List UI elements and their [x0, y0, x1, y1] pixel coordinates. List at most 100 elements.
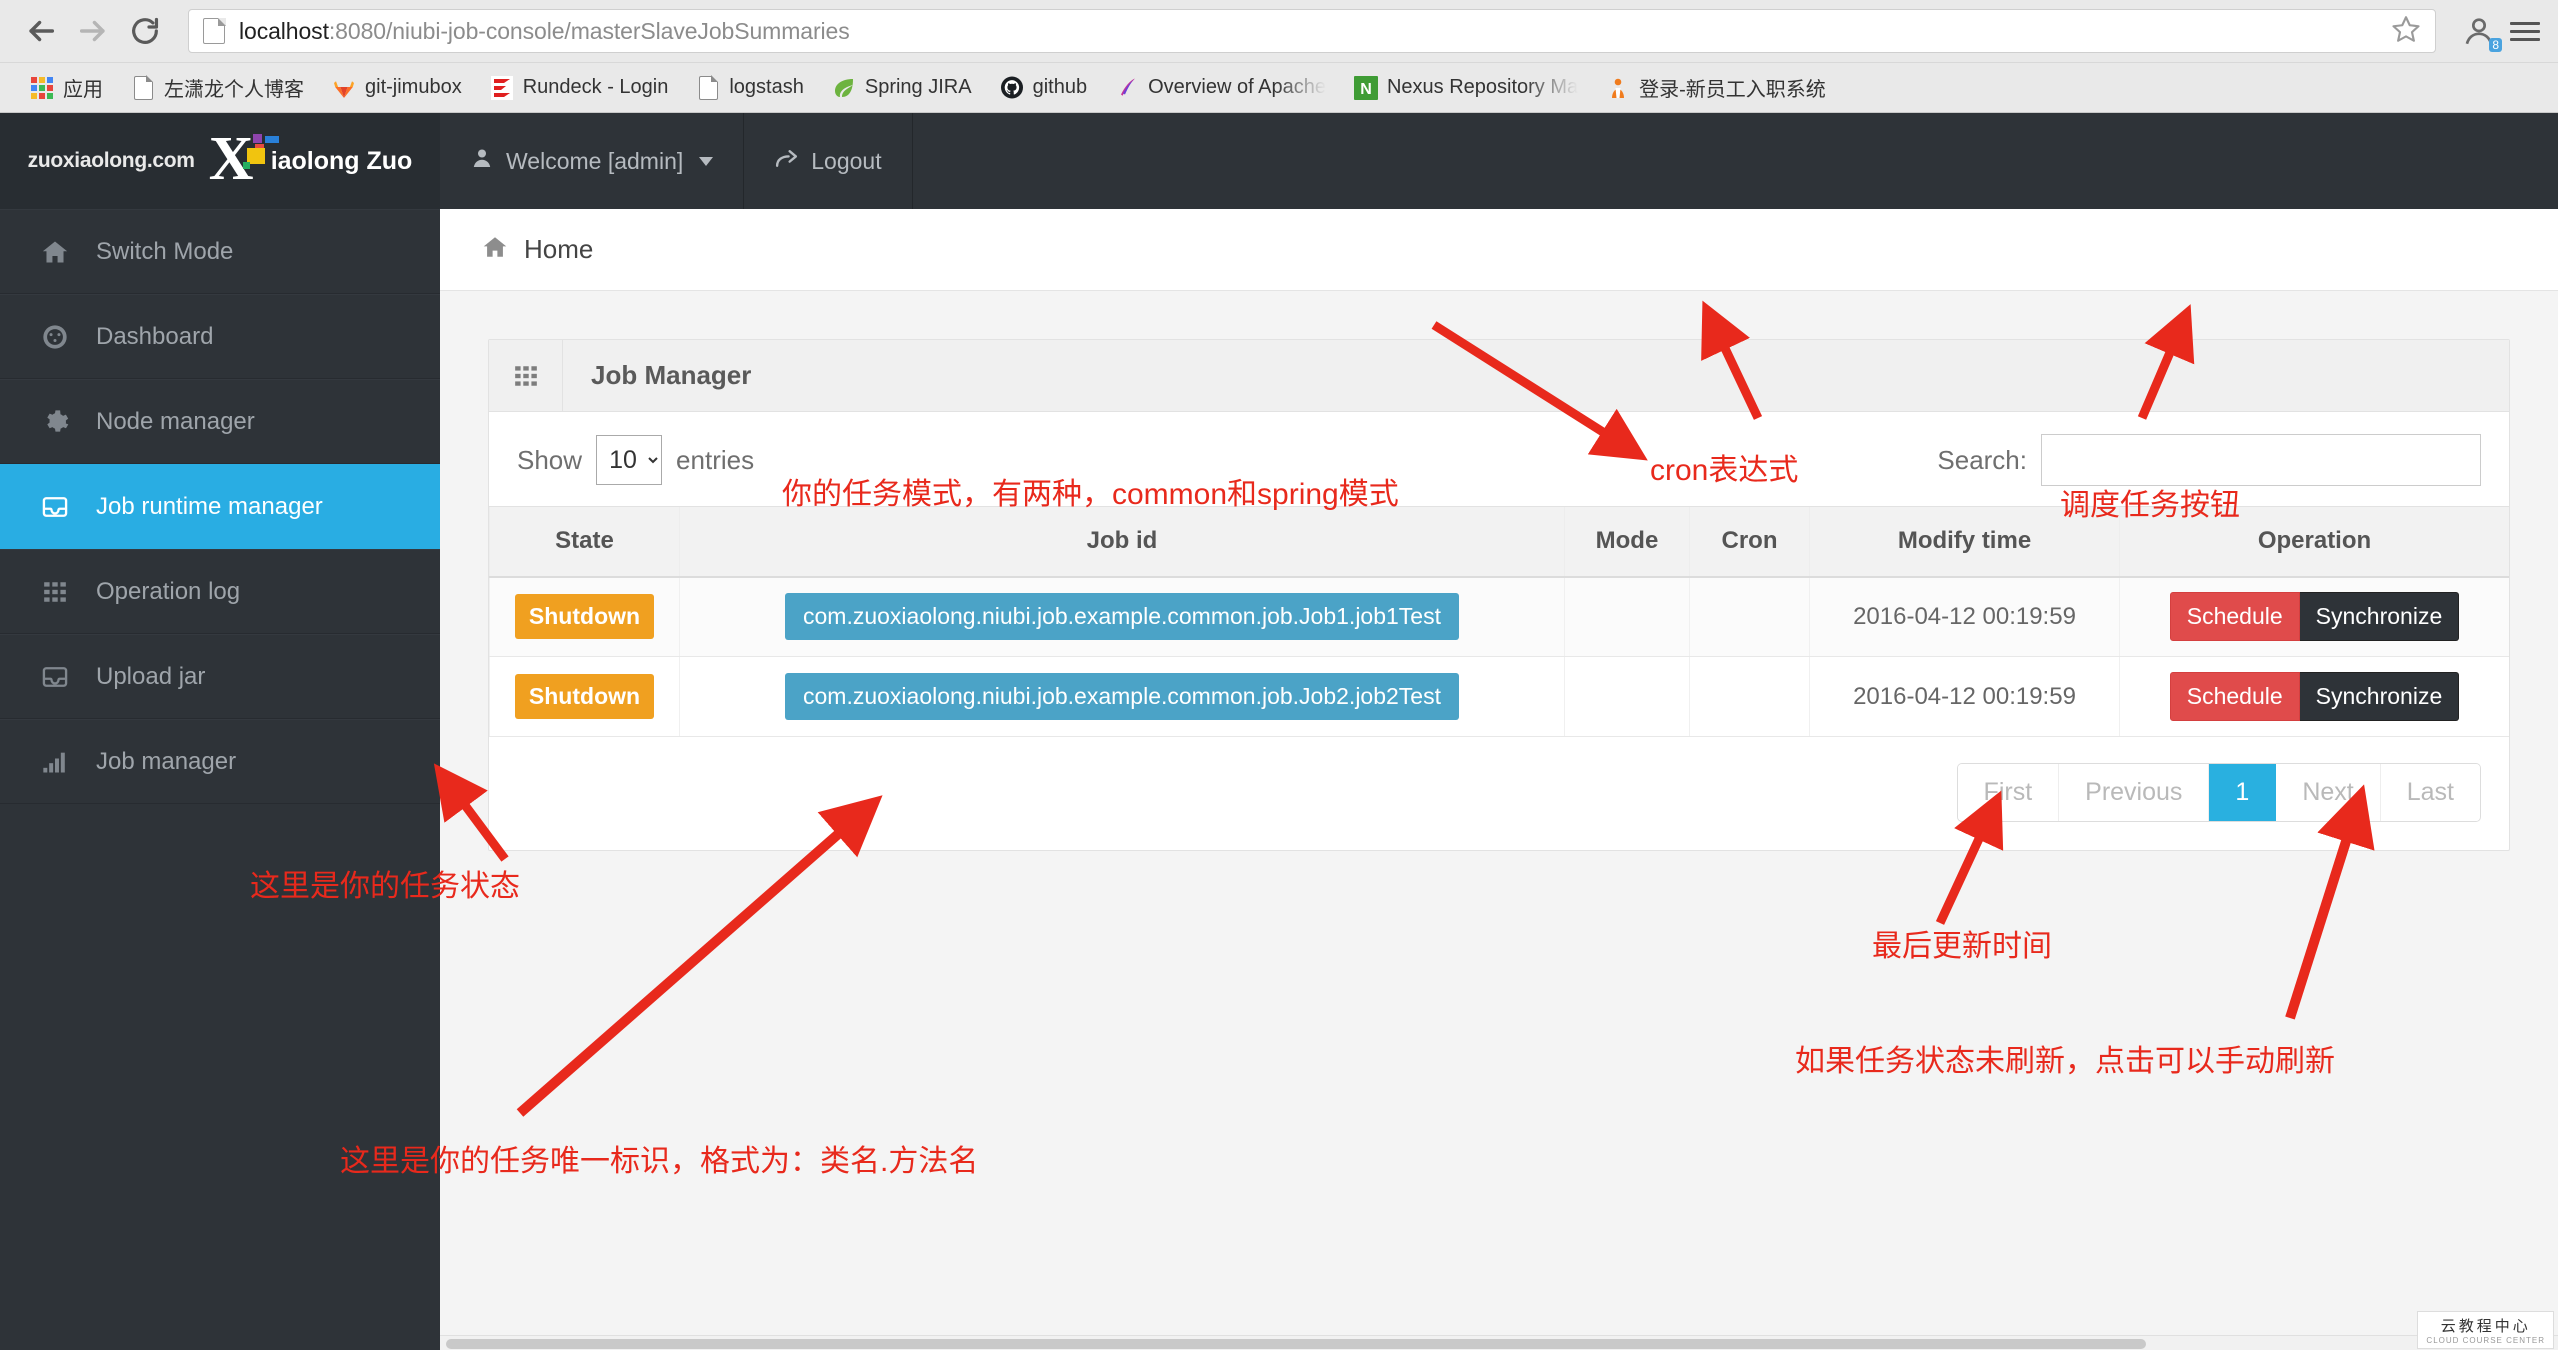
bookmark-spring-jira[interactable]: Spring JIRA [818, 68, 986, 108]
chevron-down-icon [699, 157, 713, 166]
search-input[interactable] [2041, 434, 2481, 486]
bookmark-label: 登录-新员工入职系统 [1639, 73, 1826, 102]
col-state[interactable]: State [490, 507, 680, 577]
bookmark-blog[interactable]: 左潇龙个人博客 [117, 68, 318, 108]
cell-job-id: com.zuoxiaolong.niubi.job.example.common… [680, 577, 1565, 657]
page-length-select[interactable]: 10 [596, 435, 662, 485]
show-label: Show [517, 445, 582, 476]
cell-job-id: com.zuoxiaolong.niubi.job.example.common… [680, 657, 1565, 737]
sidebar-item-dashboard[interactable]: Dashboard [0, 294, 440, 379]
hamburger-menu-icon[interactable] [2510, 22, 2540, 41]
horizontal-scrollbar[interactable] [440, 1335, 2558, 1350]
apps-grid-icon [30, 75, 54, 101]
bookmark-label: github [1033, 76, 1088, 99]
search-label: Search: [1937, 445, 2027, 476]
bookmark-onboarding[interactable]: 登录-新员工入职系统 [1592, 68, 1840, 108]
sidebar-item-job-manager[interactable]: Job manager [0, 719, 440, 804]
table-row: Shutdown com.zuoxiaolong.niubi.job.examp… [490, 577, 2510, 657]
cell-cron [1690, 577, 1810, 657]
sidebar-item-label: Node manager [96, 408, 255, 436]
brand-logo[interactable]: zuoxiaolong.com X iaolong Zuo [0, 113, 440, 209]
gear-icon [40, 408, 70, 436]
bar-chart-icon [40, 748, 70, 776]
bookmark-label: 左潇龙个人博客 [164, 73, 304, 102]
cell-operation: Schedule Synchronize [2120, 577, 2510, 657]
synchronize-button[interactable]: Synchronize [2300, 592, 2460, 641]
annotation-schedule: 调度任务按钮 [2060, 480, 2240, 524]
bookmarks-bar: 应用 左潇龙个人博客 git-jimubox Rundeck - Login l… [0, 62, 2558, 112]
sidebar-item-label: Upload jar [96, 663, 205, 691]
dashboard-gauge-icon [40, 323, 70, 351]
sidebar-item-job-runtime-manager[interactable]: Job runtime manager [0, 464, 440, 549]
annotation-refresh: 如果任务状态未刷新，点击可以手动刷新 [1795, 1036, 2335, 1080]
spring-leaf-icon [832, 75, 856, 101]
sidebar-item-operation-log[interactable]: Operation log [0, 549, 440, 634]
welcome-admin-dropdown[interactable]: Welcome [admin] [440, 113, 744, 209]
col-mode[interactable]: Mode [1565, 507, 1690, 577]
panel-header: Job Manager [489, 340, 2509, 412]
apache-feather-icon [1115, 75, 1139, 101]
panel-title: Job Manager [563, 360, 751, 391]
forward-arrow-icon[interactable] [70, 8, 116, 54]
sidebar-item-switch-mode[interactable]: Switch Mode [0, 209, 440, 294]
scrollbar-thumb[interactable] [446, 1339, 2146, 1349]
sidebar-item-label: Dashboard [96, 323, 213, 351]
pagination-previous[interactable]: Previous [2059, 764, 2209, 821]
bookmark-gitlab[interactable]: git-jimubox [318, 68, 476, 108]
annotation-modify-time: 最后更新时间 [1872, 921, 2052, 965]
table-row: Shutdown com.zuoxiaolong.niubi.job.examp… [490, 657, 2510, 737]
grid-dots-icon [40, 579, 70, 605]
pagination-first[interactable]: First [1958, 764, 2060, 821]
onboarding-icon [1606, 75, 1630, 101]
bookmark-nexus[interactable]: N Nexus Repository Ma [1340, 68, 1592, 108]
synchronize-button[interactable]: Synchronize [2300, 672, 2460, 721]
inbox-icon [40, 663, 70, 691]
pagination: First Previous 1 Next Last [489, 737, 2509, 850]
sidebar-item-node-manager[interactable]: Node manager [0, 379, 440, 464]
chrome-right-controls: 8 [2462, 14, 2540, 48]
annotation-state: 这里是你的任务状态 [250, 861, 520, 905]
bookmark-label: git-jimubox [365, 76, 462, 99]
nexus-n-icon: N [1354, 75, 1378, 101]
bookmark-logstash[interactable]: logstash [682, 68, 818, 108]
bookmark-label: Nexus Repository Ma [1387, 76, 1578, 99]
bookmark-apps[interactable]: 应用 [16, 68, 117, 108]
home-icon [482, 234, 508, 265]
github-octocat-icon [1000, 75, 1024, 101]
jobs-table: State Job id Mode Cron Modify time Opera… [489, 506, 2509, 737]
sidebar-item-upload-jar[interactable]: Upload jar [0, 634, 440, 719]
schedule-button[interactable]: Schedule [2170, 592, 2300, 641]
bookmark-rundeck[interactable]: Rundeck - Login [476, 68, 683, 108]
back-arrow-icon[interactable] [18, 8, 64, 54]
cell-modify-time: 2016-04-12 00:19:59 [1810, 657, 2120, 737]
cell-state: Shutdown [490, 577, 680, 657]
welcome-label: Welcome [admin] [506, 148, 683, 175]
bookmark-star-icon[interactable] [2379, 14, 2421, 49]
annotation-job-id: 这里是你的任务唯一标识，格式为：类名.方法名 [340, 1136, 978, 1180]
pagination-page-1[interactable]: 1 [2209, 764, 2276, 821]
pagination-next[interactable]: Next [2276, 764, 2380, 821]
pagination-last[interactable]: Last [2381, 764, 2480, 821]
schedule-button[interactable]: Schedule [2170, 672, 2300, 721]
rundeck-icon [490, 75, 514, 101]
annotation-cron: cron表达式 [1650, 445, 1798, 489]
logout-button[interactable]: Logout [744, 113, 912, 209]
col-cron[interactable]: Cron [1690, 507, 1810, 577]
bookmark-github[interactable]: github [986, 68, 1102, 108]
cell-state: Shutdown [490, 657, 680, 737]
gitlab-fox-icon [332, 75, 356, 101]
profile-badge: 8 [2489, 38, 2502, 52]
address-bar[interactable]: localhost:8080/niubi-job-console/masterS… [188, 9, 2436, 53]
profile-avatar-icon[interactable]: 8 [2462, 14, 2496, 48]
cell-cron [1690, 657, 1810, 737]
breadcrumb-home-label[interactable]: Home [524, 234, 593, 265]
status-badge: Shutdown [515, 594, 654, 639]
bookmark-label: 应用 [63, 73, 103, 102]
job-id-pill[interactable]: com.zuoxiaolong.niubi.job.example.common… [785, 673, 1459, 720]
logout-arrow-icon [774, 146, 799, 177]
reload-icon[interactable] [122, 8, 168, 54]
job-id-pill[interactable]: com.zuoxiaolong.niubi.job.example.common… [785, 593, 1459, 640]
bookmark-apache[interactable]: Overview of Apache [1101, 68, 1340, 108]
col-job-id[interactable]: Job id [680, 507, 1565, 577]
watermark: 云教程中心 CLOUD COURSE CENTER [2417, 1311, 2554, 1349]
